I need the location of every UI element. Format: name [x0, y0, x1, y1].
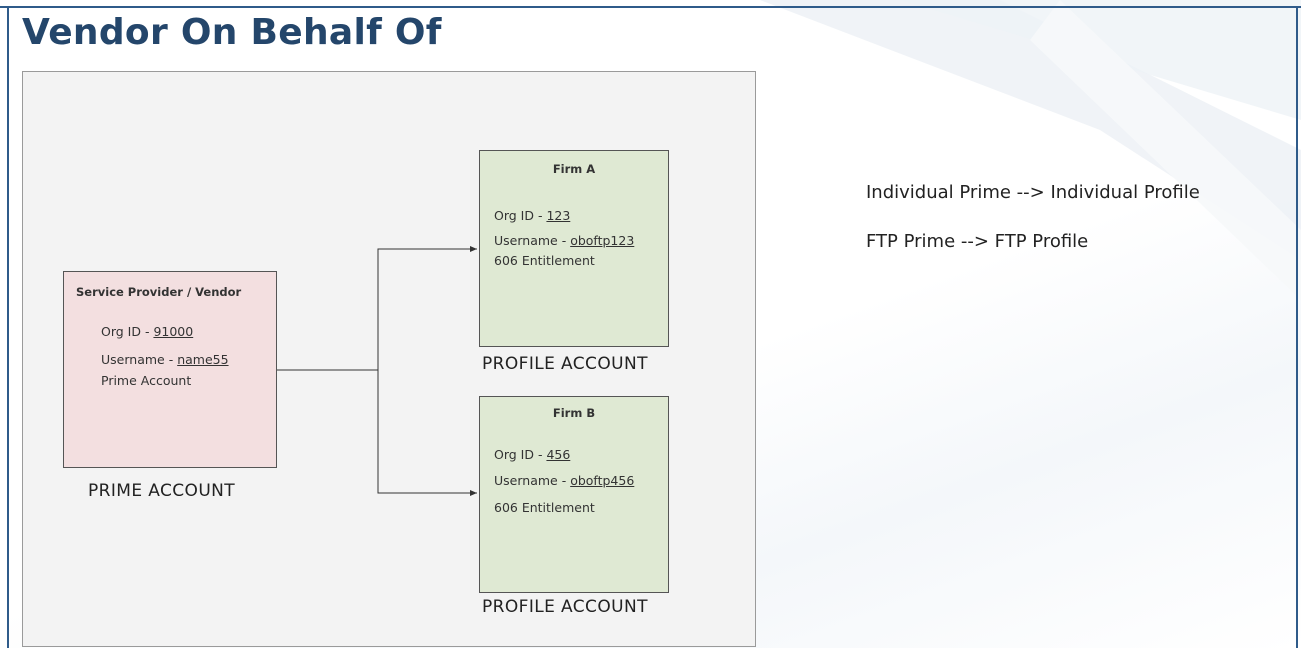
prime-org-id: Org ID - 91000 — [101, 324, 193, 339]
note-individual-mapping: Individual Prime --> Individual Profile — [866, 182, 1200, 203]
connector-to-firm-b — [377, 370, 477, 496]
prime-account-box: Service Provider / Vendor Org ID - 91000… — [63, 271, 277, 468]
firm-a-title: Firm A — [552, 162, 596, 176]
firm-b-box: Firm B Org ID - 456 Username - oboftp456… — [479, 396, 669, 593]
firm-b-username: Username - oboftp456 — [494, 473, 634, 488]
firm-b-org-label: Org ID - — [494, 447, 547, 462]
firm-b-username-value: oboftp456 — [570, 473, 635, 488]
prime-username-label: Username - — [101, 352, 178, 367]
prime-org-value: 91000 — [153, 324, 194, 339]
firm-a-org-id: Org ID - 123 — [494, 208, 570, 223]
firm-b-entitlement: 606 Entitlement — [494, 500, 595, 515]
firm-b-org-id: Org ID - 456 — [494, 447, 570, 462]
firm-a-org-label: Org ID - — [494, 208, 547, 223]
note-ftp-mapping: FTP Prime --> FTP Profile — [866, 231, 1089, 252]
prime-account-caption: PRIME ACCOUNT — [88, 481, 236, 501]
firm-a-entitlement: 606 Entitlement — [494, 253, 595, 268]
slide: Vendor On Behalf Of Service Provider / V… — [0, 0, 1301, 648]
prime-username-value: name55 — [177, 352, 229, 367]
firm-b-caption: PROFILE ACCOUNT — [482, 597, 648, 617]
connector-to-firm-a — [377, 246, 477, 370]
firm-b-title: Firm B — [552, 406, 596, 420]
firm-a-username-label: Username - — [494, 233, 571, 248]
firm-b-org-value: 456 — [546, 447, 571, 462]
firm-b-username-label: Username - — [494, 473, 571, 488]
firm-a-username: Username - oboftp123 — [494, 233, 634, 248]
firm-a-org-value: 123 — [546, 208, 571, 223]
prime-box-title: Service Provider / Vendor — [76, 285, 242, 299]
prime-username: Username - name55 — [101, 352, 229, 367]
prime-org-label: Org ID - — [101, 324, 154, 339]
firm-a-username-value: oboftp123 — [570, 233, 635, 248]
firm-a-caption: PROFILE ACCOUNT — [482, 354, 648, 374]
prime-account-type: Prime Account — [101, 373, 192, 388]
firm-a-box: Firm A Org ID - 123 Username - oboftp123… — [479, 150, 669, 347]
